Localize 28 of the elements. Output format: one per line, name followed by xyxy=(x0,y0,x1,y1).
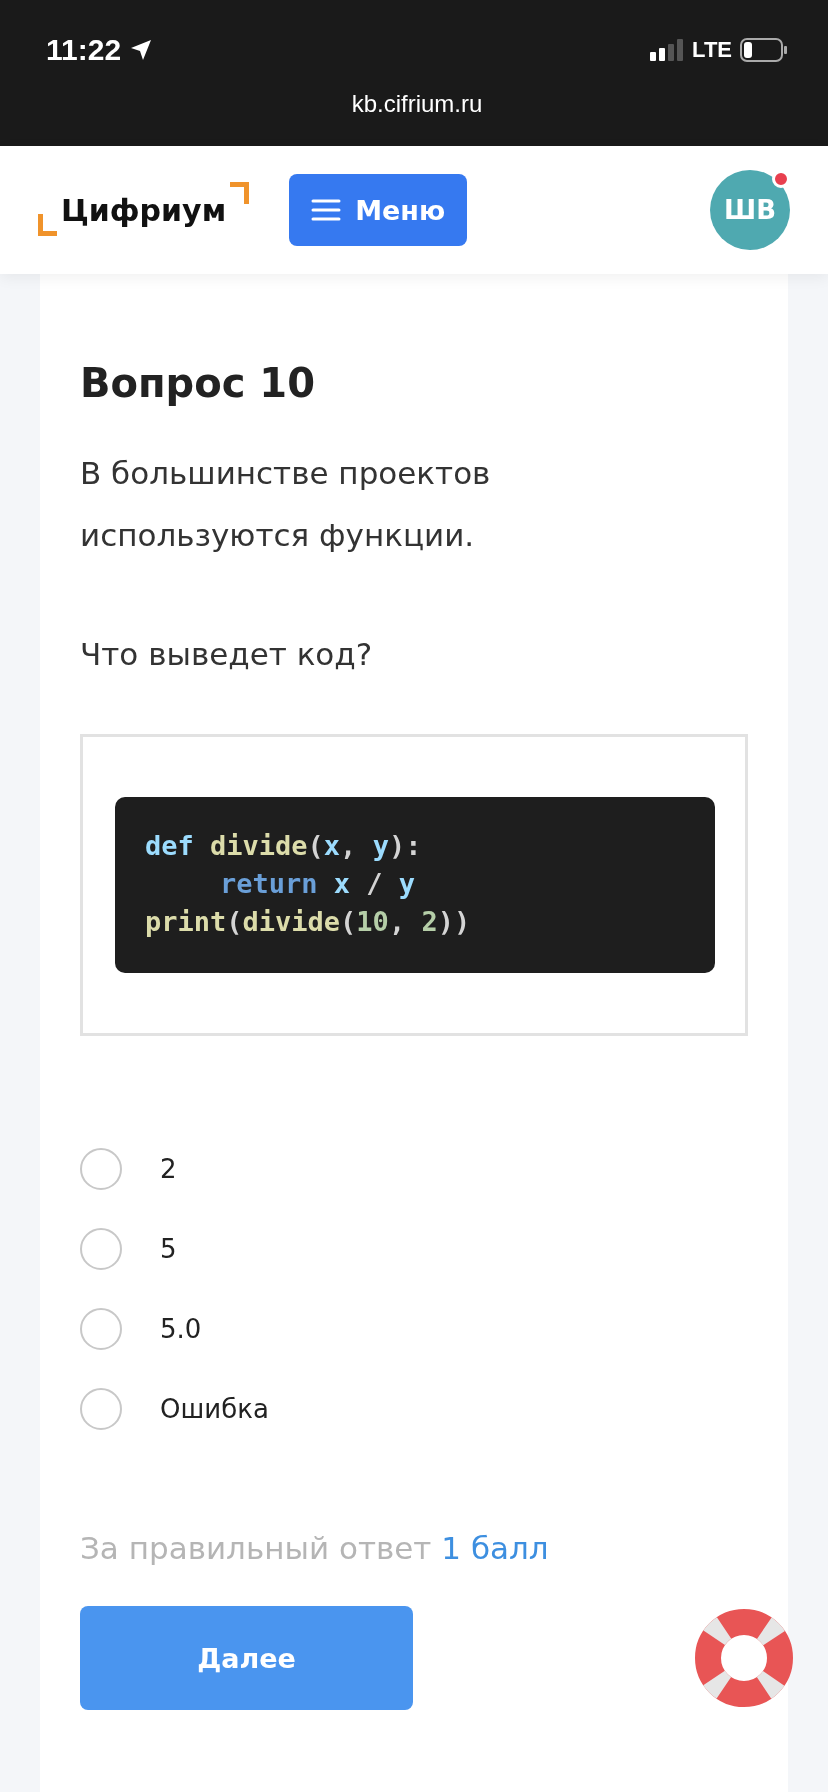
status-time: 11:22 xyxy=(46,33,122,67)
logo[interactable]: Цифриум xyxy=(61,192,227,228)
radio-button[interactable] xyxy=(80,1388,122,1430)
menu-button[interactable]: Меню xyxy=(289,174,468,246)
radio-button[interactable] xyxy=(80,1148,122,1190)
code-line: def divide(x, y): xyxy=(145,829,423,863)
question-title: Вопрос 10 xyxy=(80,360,317,406)
question-text: В большинстве проектов используются функции. xyxy=(80,454,492,555)
logo-corner-icon xyxy=(230,182,250,204)
option-label[interactable]: 2 xyxy=(160,1154,177,1184)
radio-button[interactable] xyxy=(80,1228,122,1270)
option-label[interactable]: 5.0 xyxy=(160,1314,202,1344)
score-value: 1 балл xyxy=(441,1530,549,1566)
code-line: return x / y xyxy=(219,867,417,901)
option-label[interactable]: 5 xyxy=(160,1234,177,1264)
code-line: print(divide(10, 2)) xyxy=(145,905,472,939)
location-arrow-icon xyxy=(129,38,154,62)
radio-button[interactable] xyxy=(80,1308,122,1350)
option-label[interactable]: Ошибка xyxy=(160,1394,269,1424)
question-prompt: Что выведет код? xyxy=(80,636,374,672)
logo-corner-icon xyxy=(38,214,57,236)
battery-icon xyxy=(740,38,788,62)
network-label: LTE xyxy=(692,37,732,63)
lifebuoy-icon[interactable] xyxy=(694,1608,794,1708)
menu-icon xyxy=(311,198,342,222)
url-label[interactable]: kb.cifrium.ru xyxy=(351,90,483,118)
signal-icon xyxy=(650,39,685,61)
score-label: За правильный ответ xyxy=(80,1530,432,1566)
